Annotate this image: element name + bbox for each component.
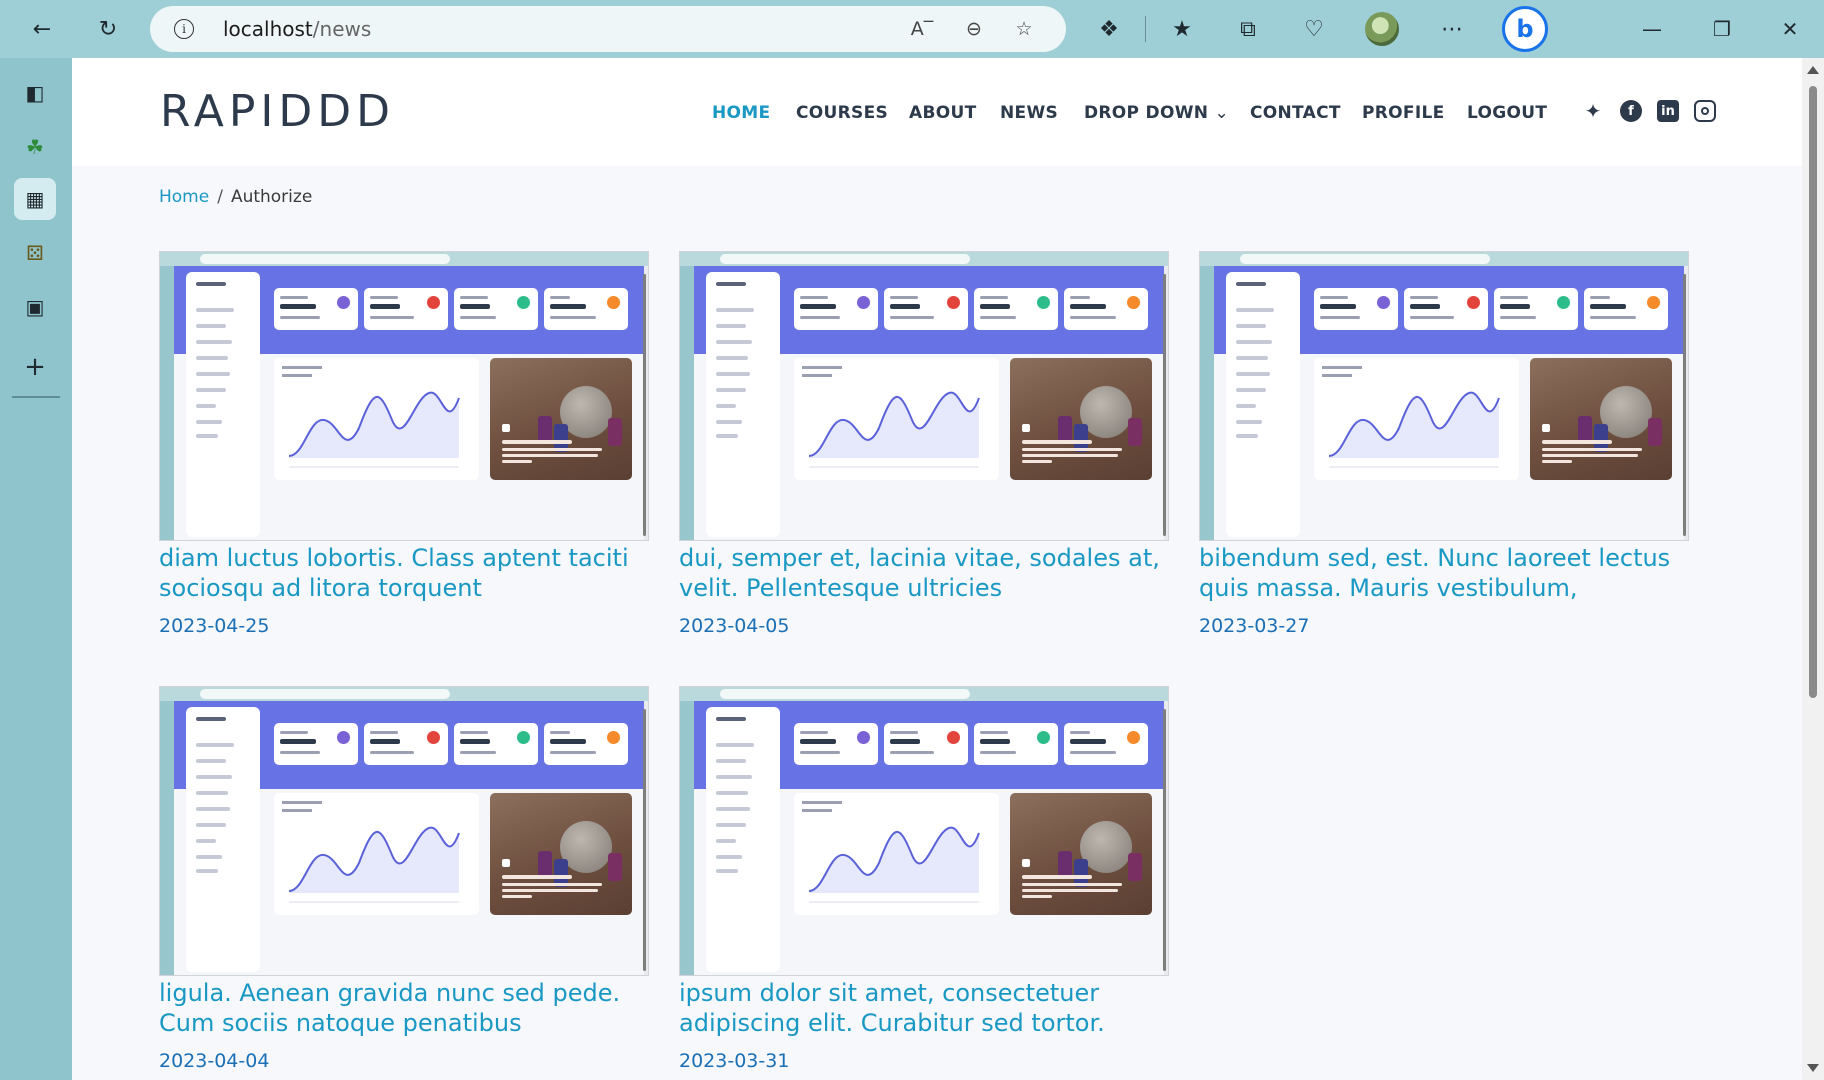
- bing-copilot-icon[interactable]: b: [1502, 6, 1548, 52]
- back-icon[interactable]: ←: [22, 9, 62, 49]
- news-thumbnail[interactable]: [679, 686, 1169, 976]
- refresh-icon[interactable]: ↻: [88, 9, 128, 49]
- restore-icon[interactable]: ❐: [1706, 13, 1738, 45]
- breadcrumb-home-link[interactable]: Home: [159, 187, 209, 207]
- news-date: 2023-03-31: [679, 1050, 790, 1072]
- favorites-icon[interactable]: ★: [1166, 13, 1198, 45]
- news-thumbnail[interactable]: [159, 251, 649, 541]
- news-title-link[interactable]: ligula. Aenean gravida nunc sed pede. Cu…: [159, 978, 649, 1038]
- zoom-out-icon[interactable]: ⊖: [962, 17, 986, 41]
- site-header: RAPIDDD HOME COURSES ABOUT NEWS DROP DOW…: [72, 58, 1802, 166]
- games-icon[interactable]: ⚄: [14, 232, 56, 274]
- nav-drop-down-label: DROP DOWN: [1084, 103, 1209, 123]
- nav-home[interactable]: HOME: [712, 103, 770, 123]
- pinned-site-icon[interactable]: ▦: [14, 178, 56, 220]
- nav-contact[interactable]: CONTACT: [1250, 103, 1341, 123]
- instagram-icon[interactable]: [1694, 100, 1716, 122]
- news-title-link[interactable]: dui, semper et, lacinia vitae, sodales a…: [679, 543, 1169, 603]
- nav-news[interactable]: NEWS: [1000, 103, 1058, 123]
- nav-about[interactable]: ABOUT: [909, 103, 976, 123]
- scrollbar-thumb[interactable]: [1809, 86, 1817, 698]
- site-info-icon[interactable]: i: [174, 19, 194, 39]
- sidebar-divider: [12, 396, 60, 398]
- extension-app-icon[interactable]: ☘: [14, 126, 56, 168]
- more-options-icon[interactable]: ⋯: [1436, 13, 1468, 45]
- address-bar[interactable]: i localhost/news A‾ ⊖ ☆: [150, 6, 1066, 52]
- nav-drop-down[interactable]: DROP DOWN ⌄: [1084, 103, 1229, 123]
- news-date: 2023-03-27: [1199, 615, 1310, 637]
- profile-avatar[interactable]: [1365, 12, 1399, 46]
- news-thumbnail[interactable]: [159, 686, 649, 976]
- page-content: RAPIDDD HOME COURSES ABOUT NEWS DROP DOW…: [72, 58, 1802, 1080]
- news-date: 2023-04-04: [159, 1050, 270, 1072]
- linkedin-icon[interactable]: in: [1657, 100, 1679, 122]
- news-thumbnail[interactable]: [1199, 251, 1689, 541]
- url-text: localhost/news: [223, 17, 372, 41]
- browser-sidebar: ◧ ☘ ▦ ⚄ ▣ +: [0, 58, 72, 1080]
- close-icon[interactable]: ✕: [1774, 13, 1806, 45]
- page-scrollbar[interactable]: [1802, 58, 1824, 1080]
- tab-actions-icon[interactable]: ◧: [14, 72, 56, 114]
- news-thumbnail[interactable]: [679, 251, 1169, 541]
- news-title-link[interactable]: bibendum sed, est. Nunc laoreet lectus q…: [1199, 543, 1689, 603]
- nav-profile[interactable]: PROFILE: [1362, 103, 1445, 123]
- breadcrumb: Home / Authorize: [159, 187, 312, 207]
- news-date: 2023-04-25: [159, 615, 270, 637]
- nav-courses[interactable]: COURSES: [796, 103, 888, 123]
- breadcrumb-separator: /: [217, 187, 223, 207]
- read-aloud-icon[interactable]: A‾: [910, 17, 934, 41]
- nav-logout[interactable]: LOGOUT: [1467, 103, 1547, 123]
- scroll-up-icon[interactable]: [1807, 66, 1819, 74]
- browser-essentials-icon[interactable]: ♡: [1298, 13, 1330, 45]
- facebook-icon[interactable]: f: [1620, 100, 1642, 122]
- chevron-down-icon: ⌄: [1214, 103, 1230, 123]
- news-title-link[interactable]: ipsum dolor sit amet, consectetuer adipi…: [679, 978, 1169, 1038]
- add-favorite-icon[interactable]: ☆: [1012, 17, 1036, 41]
- add-sidebar-app-icon[interactable]: +: [14, 346, 56, 388]
- scroll-down-icon[interactable]: [1807, 1064, 1819, 1072]
- image-tool-icon[interactable]: ▣: [14, 286, 56, 328]
- news-date: 2023-04-05: [679, 615, 790, 637]
- twitter-icon[interactable]: ✦: [1582, 99, 1604, 123]
- breadcrumb-current: Authorize: [230, 187, 313, 207]
- toolbar-divider: [1145, 16, 1146, 42]
- news-title-link[interactable]: diam luctus lobortis. Class aptent tacit…: [159, 543, 649, 603]
- collections-icon[interactable]: ⧉: [1232, 13, 1264, 45]
- browser-toolbar: ← ↻ i localhost/news A‾ ⊖ ☆ ❖ ★ ⧉ ♡ ⋯ b …: [0, 0, 1824, 58]
- site-logo[interactable]: RAPIDDD: [160, 86, 395, 137]
- extensions-icon[interactable]: ❖: [1093, 13, 1125, 45]
- minimize-icon[interactable]: —: [1636, 13, 1668, 45]
